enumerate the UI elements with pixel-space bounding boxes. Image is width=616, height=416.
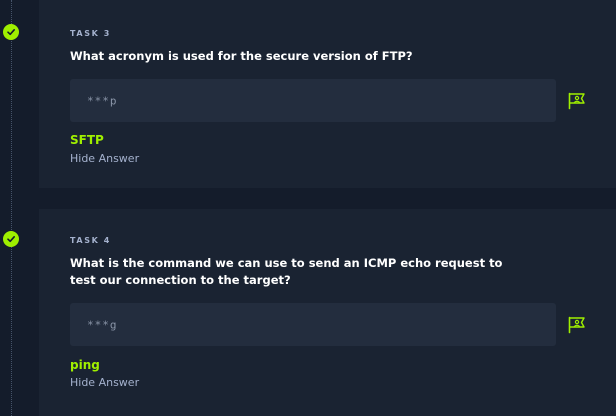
task-3-question: What acronym is used for the secure vers… <box>70 49 413 63</box>
task-3-card: TASK 3 What acronym is used for the secu… <box>39 0 616 188</box>
task-3-label: TASK 3 <box>70 29 111 38</box>
task-4-card: TASK 4 What is the command we can use to… <box>39 209 616 416</box>
task-3-answer: SFTP <box>70 133 104 147</box>
task-3-answer-field[interactable]: ***p <box>70 79 556 122</box>
task-3-completed-check-icon <box>3 24 19 40</box>
task-3-answer-mask: ***p <box>87 94 118 107</box>
task-4-label: TASK 4 <box>70 236 111 245</box>
task-4-submit-flag-icon[interactable] <box>566 314 588 336</box>
task-4-answer: ping <box>70 358 100 372</box>
task-4-question: What is the command we can use to send a… <box>70 256 503 287</box>
task-3-submit-flag-icon[interactable] <box>566 90 588 112</box>
tasks-page: TASK 3 What acronym is used for the secu… <box>0 0 616 416</box>
task-4-answer-field[interactable]: ***g <box>70 303 556 346</box>
task-4-completed-check-icon <box>3 231 19 247</box>
task-4-hide-answer-link[interactable]: Hide Answer <box>70 376 139 389</box>
timeline-line <box>11 0 12 416</box>
task-3-hide-answer-link[interactable]: Hide Answer <box>70 152 139 165</box>
task-4-answer-mask: ***g <box>87 318 118 331</box>
